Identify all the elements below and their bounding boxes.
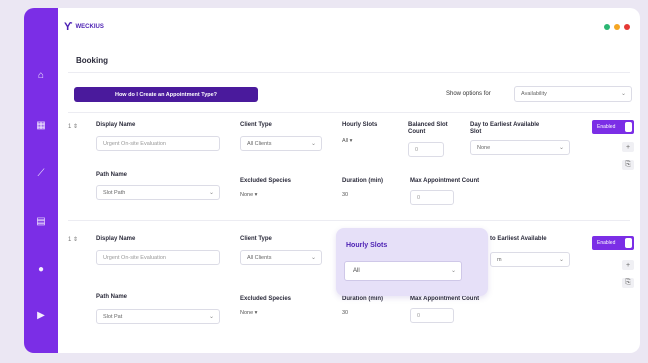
settings-icon[interactable]: ● — [24, 262, 58, 276]
hourly-slots-value[interactable]: All ▾ — [342, 138, 352, 144]
sidebar: ⌂ ▦ ⟋ ▤ ● ▶ — [24, 8, 58, 353]
max-appointment-label: Max Appointment Count — [410, 296, 480, 302]
day-to-earliest-value: None — [477, 144, 491, 151]
client-type-select[interactable]: All Clients ⌄ — [240, 136, 322, 151]
path-name-value: Slot Pat — [103, 313, 123, 320]
row-number[interactable]: 1 ⇕ — [68, 236, 78, 243]
popover-title: Hourly Slots — [346, 242, 388, 249]
display-name-input[interactable]: Urgent On-site Evaluation — [96, 250, 220, 265]
chevron-down-icon: ⌄ — [558, 257, 564, 263]
max-appointment-label: Max Appointment Count — [410, 178, 480, 184]
chart-icon[interactable]: ⟋ — [24, 166, 58, 180]
buffer-label: Balanced Slot Count — [408, 122, 448, 135]
path-name-select[interactable]: Slot Path ⌄ — [96, 185, 220, 200]
enabled-toggle[interactable]: Enabled — [592, 120, 634, 134]
logo: ϒ WECKIUS — [64, 21, 104, 33]
video-icon[interactable]: ▶ — [24, 308, 58, 322]
path-name-label: Path Name — [96, 294, 128, 300]
day-to-earliest-label: Day to Earliest Available Slot — [470, 122, 540, 135]
path-name-label: Path Name — [96, 172, 128, 178]
enabled-toggle[interactable]: Enabled — [592, 236, 634, 250]
excluded-species-label: Excluded Species — [240, 296, 292, 302]
toggle-knob — [625, 238, 632, 248]
red-dot-icon — [624, 24, 630, 30]
add-icon[interactable]: + — [622, 142, 634, 152]
path-name-select[interactable]: Slot Pat ⌄ — [96, 309, 220, 324]
day-to-earliest-select[interactable]: m ⌄ — [490, 252, 570, 267]
excluded-species-label: Excluded Species — [240, 178, 292, 184]
toggle-knob — [625, 122, 632, 132]
add-icon[interactable]: + — [622, 260, 634, 270]
logo-mark-icon: ϒ — [64, 21, 73, 33]
divider — [68, 220, 630, 221]
home-icon[interactable]: ⌂ — [24, 68, 58, 82]
client-type-value: All Clients — [247, 254, 272, 261]
day-to-earliest-value: m — [497, 256, 502, 263]
path-name-value: Slot Path — [103, 189, 126, 196]
duration-value[interactable]: 30 — [342, 310, 348, 316]
duration-value[interactable]: 30 — [342, 192, 348, 198]
show-options-label: Show options for — [446, 91, 491, 97]
chevron-down-icon: ⌄ — [558, 145, 564, 151]
client-type-label: Client Type — [240, 122, 272, 128]
chevron-down-icon: ⌄ — [208, 190, 214, 196]
display-name-input[interactable]: Urgent On-site Evaluation — [96, 136, 220, 151]
chevron-down-icon: ⌄ — [310, 255, 316, 261]
chevron-down-icon: ⌄ — [208, 314, 214, 320]
excluded-species-value[interactable]: None ▾ — [240, 192, 257, 198]
chevron-down-icon: ⌄ — [620, 91, 626, 97]
page-title: Booking — [76, 56, 108, 65]
show-options-value: Availability — [521, 91, 547, 97]
chevron-down-icon: ⌄ — [450, 268, 456, 274]
enabled-label: Enabled — [597, 240, 616, 246]
client-type-value: All Clients — [247, 140, 272, 147]
delete-icon[interactable]: ⎘ — [622, 278, 634, 288]
duration-label: Duration (min) — [342, 296, 383, 302]
hourly-slots-label: Hourly Slots — [342, 122, 378, 128]
hourly-slots-popover: Hourly Slots All ⌄ — [336, 228, 488, 296]
client-type-label: Client Type — [240, 236, 272, 242]
client-type-select[interactable]: All Clients ⌄ — [240, 250, 322, 265]
day-to-earliest-select[interactable]: None ⌄ — [470, 140, 570, 155]
report-icon[interactable]: ▤ — [24, 214, 58, 228]
hourly-slots-value: All — [353, 268, 360, 274]
enabled-label: Enabled — [597, 124, 616, 130]
max-appointment-input[interactable]: 0 — [410, 190, 454, 205]
display-name-label: Display Name — [96, 122, 136, 128]
divider — [68, 112, 630, 113]
duration-label: Duration (min) — [342, 178, 383, 184]
excluded-species-value[interactable]: None ▾ — [240, 310, 257, 316]
delete-icon[interactable]: ⎘ — [622, 160, 634, 170]
chevron-down-icon: ⌄ — [310, 141, 316, 147]
green-dot-icon — [604, 24, 610, 30]
brand-name: WECKIUS — [75, 24, 104, 30]
main-panel: ϒ WECKIUS Booking How do I Create an App… — [58, 8, 640, 353]
divider — [68, 72, 630, 73]
calendar-icon[interactable]: ▦ — [24, 118, 58, 132]
window-dots — [604, 24, 630, 30]
help-button[interactable]: How do I Create an Appointment Type? — [74, 87, 258, 102]
row-number[interactable]: 1 ⇕ — [68, 123, 78, 130]
max-appointment-input[interactable]: 0 — [410, 308, 454, 323]
buffer-input[interactable]: 0 — [408, 142, 444, 157]
day-to-earliest-label: to Earliest Available — [490, 236, 547, 242]
hourly-slots-select[interactable]: All ⌄ — [344, 261, 462, 281]
display-name-label: Display Name — [96, 236, 136, 242]
orange-dot-icon — [614, 24, 620, 30]
show-options-select[interactable]: Availability ⌄ — [514, 86, 632, 102]
